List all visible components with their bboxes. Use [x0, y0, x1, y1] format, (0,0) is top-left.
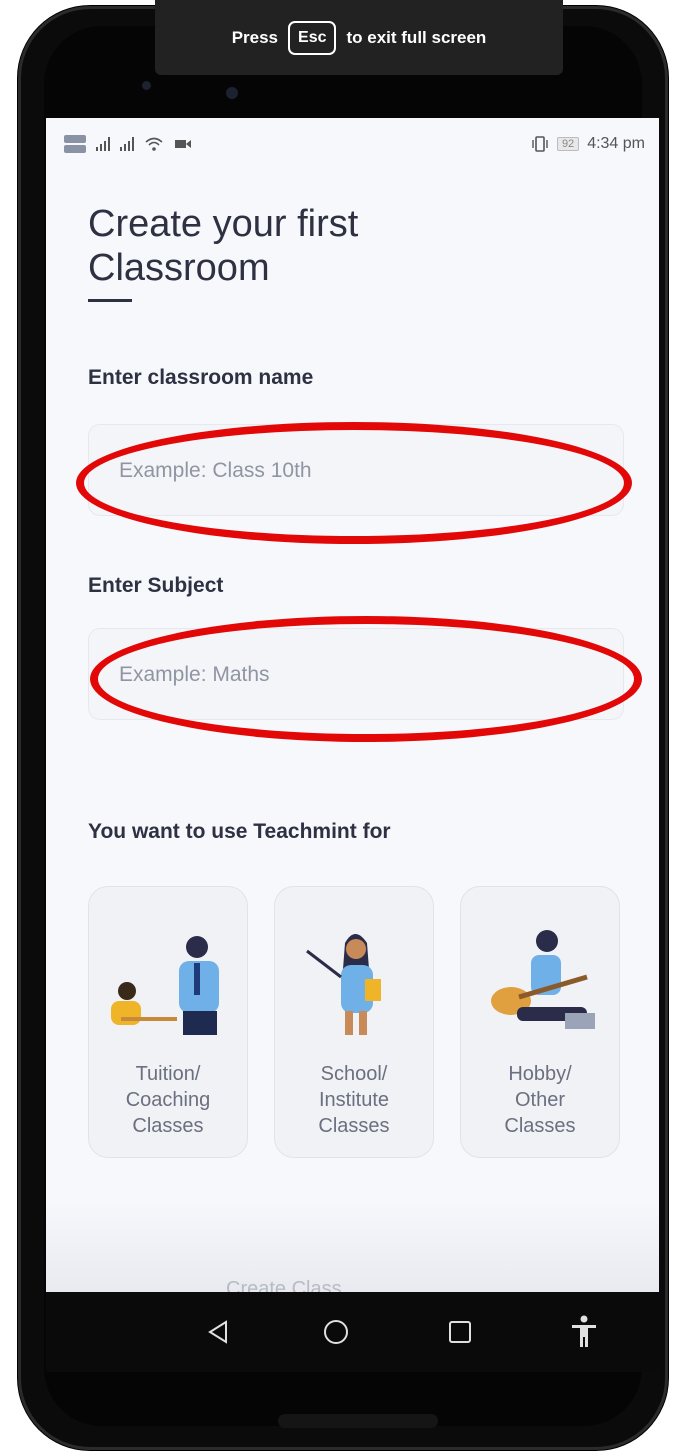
title-underline	[88, 299, 132, 302]
option-label: School/ Institute Classes	[275, 1061, 433, 1139]
status-left-icons	[64, 135, 192, 153]
vibrate-icon	[532, 136, 548, 152]
status-right-icons: 92 4:34 pm	[531, 135, 645, 153]
home-button[interactable]	[308, 1304, 364, 1360]
fullscreen-notice-prefix: Press	[231, 27, 279, 47]
option-label-line: Classes	[132, 1115, 204, 1137]
esc-key-badge: Esc	[288, 20, 337, 55]
home-icon	[324, 1320, 348, 1344]
bottom-fade	[46, 1198, 659, 1292]
usage-options: Tuition/ Coaching Classes School/ Instit…	[88, 886, 624, 1160]
option-label-line: Tuition/	[135, 1063, 201, 1085]
recents-button[interactable]	[432, 1304, 488, 1360]
guitar-laptop-illustration-icon	[491, 930, 595, 1029]
option-label-line: Coaching	[125, 1089, 211, 1111]
teacher-pointer-illustration-icon	[306, 934, 381, 1035]
subject-field[interactable]	[88, 628, 624, 720]
gesture-pill	[278, 1414, 438, 1428]
battery-level: 92	[556, 137, 580, 151]
back-icon	[208, 1320, 227, 1344]
option-label-line: Hobby/	[508, 1063, 572, 1085]
sensor-icon	[142, 81, 151, 90]
subject-input[interactable]	[117, 657, 601, 693]
android-nav-bar	[46, 1292, 659, 1372]
status-time: 4:34 pm	[587, 135, 645, 152]
option-label-line: School/	[320, 1063, 388, 1085]
wifi-icon	[145, 137, 163, 151]
classroom-name-input[interactable]	[117, 453, 601, 489]
signal-icon	[120, 137, 134, 151]
option-label-line: Institute	[318, 1089, 390, 1111]
signal-icon	[96, 137, 110, 151]
option-label: Hobby/ Other Classes	[461, 1061, 619, 1139]
subject-label: Enter Subject	[88, 574, 224, 597]
back-button[interactable]	[190, 1304, 246, 1360]
fullscreen-notice: Press Esc to exit full screen	[155, 0, 563, 75]
option-label-line: Classes	[318, 1115, 390, 1137]
option-label: Tuition/ Coaching Classes	[89, 1061, 247, 1139]
classroom-name-field[interactable]	[88, 424, 624, 516]
front-camera-icon	[226, 87, 238, 99]
option-label-line: Other	[514, 1089, 566, 1111]
classroom-name-label: Enter classroom name	[88, 366, 314, 389]
status-bar: 92 4:34 pm	[46, 118, 659, 170]
page-title-line: Create your first	[88, 203, 359, 245]
option-card-school[interactable]: School/ Institute Classes	[274, 886, 434, 1158]
page-title-line: Classroom	[88, 247, 270, 289]
option-card-hobby[interactable]: Hobby/ Other Classes	[460, 886, 620, 1158]
fullscreen-notice-suffix: to exit full screen	[346, 27, 487, 47]
usage-heading: You want to use Teachmint for	[88, 820, 391, 843]
tutor-student-illustration-icon	[111, 936, 219, 1035]
accessibility-icon	[572, 1315, 596, 1347]
app-screen: 92 4:34 pm Create your first Classroom E…	[46, 118, 659, 1292]
accessibility-button[interactable]	[556, 1304, 612, 1360]
volte-icon	[64, 135, 86, 153]
page-title: Create your first Classroom	[88, 202, 628, 290]
video-icon	[175, 140, 191, 148]
recents-icon	[449, 1321, 471, 1343]
option-card-tuition[interactable]: Tuition/ Coaching Classes	[88, 886, 248, 1158]
create-class-button-partial[interactable]: Create Class	[226, 1278, 342, 1292]
option-label-line: Classes	[504, 1115, 576, 1137]
